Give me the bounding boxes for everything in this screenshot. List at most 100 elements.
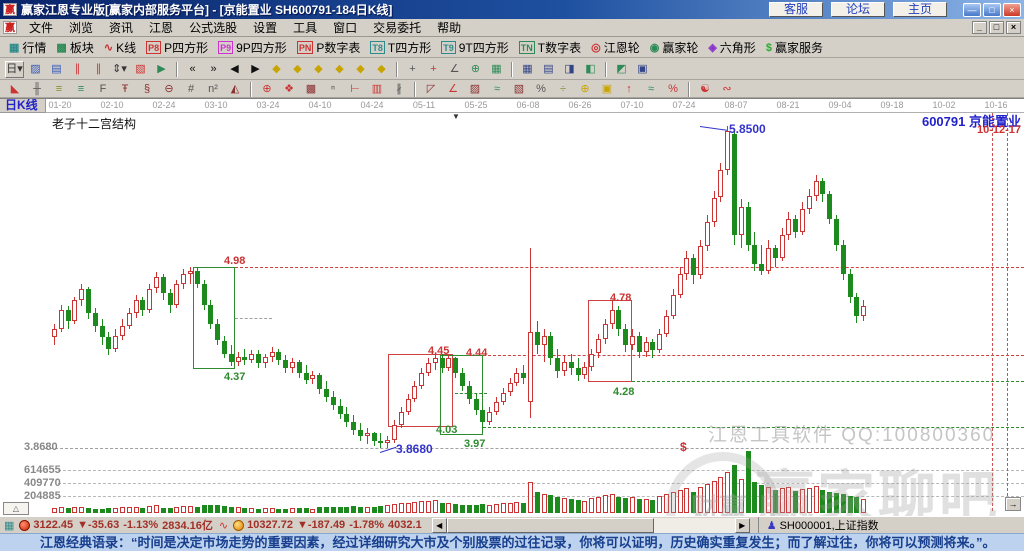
angle-measure-tool[interactable]: ∠ xyxy=(443,82,463,97)
menu-item-工具[interactable]: 工具 xyxy=(285,18,325,37)
bracket-tool[interactable]: ⊢ xyxy=(345,82,365,97)
square-n2-tool[interactable]: n² xyxy=(203,82,223,97)
download-icon[interactable]: ◩ xyxy=(612,60,631,78)
scrollbar-left-icon[interactable]: ◀ xyxy=(431,517,447,533)
diamond-tool-1-icon[interactable]: ◆ xyxy=(267,60,286,78)
horizontal-lines-tool[interactable]: ≡ xyxy=(49,82,69,97)
filled-square-tool[interactable]: ▣ xyxy=(597,82,617,97)
expand-volume-button[interactable]: △ xyxy=(3,502,29,515)
gann-circle-tool[interactable]: ⊕ xyxy=(257,82,277,97)
menu-item-窗口[interactable]: 窗口 xyxy=(325,18,365,37)
corner-tool[interactable]: ◸ xyxy=(421,82,441,97)
bars-small2-icon[interactable]: ∥ xyxy=(89,60,108,78)
calendar-icon[interactable]: ▦ xyxy=(487,60,506,78)
ribbon-icon[interactable]: ∾ xyxy=(717,82,737,97)
close-button[interactable]: × xyxy=(1003,2,1021,17)
fibonacci-tool[interactable]: F xyxy=(93,82,113,97)
toolbar-t-square-button[interactable]: T8 T四方形 xyxy=(370,39,431,56)
sz-market-icon[interactable] xyxy=(233,519,245,531)
wave-tool[interactable]: ≈ xyxy=(487,82,507,97)
scale-dropdown[interactable]: ⇕▾ xyxy=(110,60,129,78)
spiral-tool[interactable]: § xyxy=(137,82,157,97)
time-grid-tool[interactable]: ╫ xyxy=(27,82,47,97)
menu-item-文件[interactable]: 文件 xyxy=(21,18,61,37)
calculator-icon[interactable]: ▦ xyxy=(518,60,537,78)
kline-mini-icon[interactable]: ∿ xyxy=(219,519,228,532)
dense-grid-tool[interactable]: ▩ xyxy=(301,82,321,97)
percent2-tool[interactable]: % xyxy=(663,82,683,97)
menu-item-江恩[interactable]: 江恩 xyxy=(141,18,181,37)
homepage-button[interactable]: 主页 xyxy=(893,2,947,17)
diamond-tool-2-icon[interactable]: ◆ xyxy=(288,60,307,78)
forum-button[interactable]: 论坛 xyxy=(831,2,885,17)
first-page-icon[interactable]: « xyxy=(183,60,202,78)
chart-area[interactable]: 日K线 01-20 02-10 02-24 03-10 03-24 04-10 04-24 0… xyxy=(0,98,1024,516)
board-view-icon[interactable]: ▤ xyxy=(47,60,66,78)
hand-tool-icon[interactable]: + xyxy=(403,60,422,78)
notes-icon[interactable]: ▤ xyxy=(539,60,558,78)
toolbar-t-number-table-button[interactable]: TN T数字表 xyxy=(518,39,581,56)
target-icon[interactable]: ⊕ xyxy=(466,60,485,78)
menu-item-公式选股[interactable]: 公式选股 xyxy=(181,18,245,37)
chart-view-icon[interactable]: ▨ xyxy=(26,60,45,78)
customer-service-button[interactable]: 客服 xyxy=(769,2,823,17)
taiji-icon[interactable]: ☯ xyxy=(695,82,715,97)
restore-button[interactable]: □ xyxy=(983,2,1001,17)
toolbar-gann-wheel-button[interactable]: ◎ 江恩轮 xyxy=(591,39,640,56)
scrollbar-track[interactable] xyxy=(446,517,735,533)
cycle-tool[interactable]: ⊖ xyxy=(159,82,179,97)
diamond-tool-4-icon[interactable]: ◆ xyxy=(330,60,349,78)
gann-lines-tool[interactable]: ≡ xyxy=(71,82,91,97)
toolbar-hexagon-button[interactable]: ◈ 六角形 xyxy=(708,39,755,56)
mdi-close-button[interactable]: × xyxy=(1006,21,1021,34)
menu-item-交易委托[interactable]: 交易委托 xyxy=(365,18,429,37)
golden-circle-tool[interactable]: ⊕ xyxy=(575,82,595,97)
flag-icon[interactable]: ▶ xyxy=(152,60,171,78)
region-tool[interactable]: ▧ xyxy=(509,82,529,97)
diamond-tool-5-icon[interactable]: ◆ xyxy=(351,60,370,78)
next-bar-icon[interactable]: ▶ xyxy=(246,60,265,78)
star-tool[interactable]: ❖ xyxy=(279,82,299,97)
arrow-tool[interactable]: ↑ xyxy=(619,82,639,97)
diamond-tool-6-icon[interactable]: ◆ xyxy=(372,60,391,78)
toolbar-9t-square-button[interactable]: T9 9T四方形 xyxy=(441,39,509,56)
percent-tool[interactable]: % xyxy=(531,82,551,97)
save-icon[interactable]: ◨ xyxy=(560,60,579,78)
toolbar-p-number-table-button[interactable]: PN P数字表 xyxy=(296,39,360,56)
measure-icon[interactable]: ∠ xyxy=(445,60,464,78)
toolbar-quotes-button[interactable]: ▦ 行情 xyxy=(9,39,46,56)
scroll-right-button[interactable]: → xyxy=(1005,497,1021,511)
hash-grid-tool[interactable]: # xyxy=(181,82,201,97)
exponent-tool[interactable]: ⁿ xyxy=(323,82,343,97)
bars-small-icon[interactable]: ∥ xyxy=(68,60,87,78)
toolbar-winner-service-button[interactable]: $ 赢家服务 xyxy=(766,39,823,56)
menu-item-帮助[interactable]: 帮助 xyxy=(429,18,469,37)
t-line-tool[interactable]: Ŧ xyxy=(115,82,135,97)
diamond-tool-3-icon[interactable]: ◆ xyxy=(309,60,328,78)
period-dropdown[interactable]: 日▾ xyxy=(5,60,24,78)
prev-bar-icon[interactable]: ◀ xyxy=(225,60,244,78)
toolbar-p-square-button[interactable]: P8 P四方形 xyxy=(146,39,208,56)
toolbar-kline-button[interactable]: ∿ K线 xyxy=(104,39,136,56)
toolbar-winner-wheel-button[interactable]: ◉ 赢家轮 xyxy=(650,39,699,56)
upload-icon[interactable]: ▣ xyxy=(633,60,652,78)
shade-grid-tool[interactable]: ▨ xyxy=(465,82,485,97)
menu-item-设置[interactable]: 设置 xyxy=(245,18,285,37)
grid-icon[interactable]: ▦ xyxy=(4,519,14,532)
angle-line-tool[interactable]: ◣ xyxy=(5,82,25,97)
ratio-tool[interactable]: ÷ xyxy=(553,82,573,97)
parallel-lines-tool[interactable]: ∦ xyxy=(389,82,409,97)
menu-item-浏览[interactable]: 浏览 xyxy=(61,18,101,37)
toolbar-sectors-button[interactable]: ▩ 板块 xyxy=(56,39,93,56)
index-selector[interactable]: ♟ SH000001,上证指数 xyxy=(757,517,879,533)
mdi-restore-button[interactable]: □ xyxy=(989,21,1004,34)
last-page-icon[interactable]: » xyxy=(204,60,223,78)
sh-market-icon[interactable] xyxy=(19,519,31,531)
scrollbar-right-icon[interactable]: ▶ xyxy=(734,517,750,533)
minimize-button[interactable]: — xyxy=(963,2,981,17)
frame-select-icon[interactable]: ▧ xyxy=(131,60,150,78)
triangle-tool[interactable]: ◭ xyxy=(225,82,245,97)
column-grid-tool[interactable]: ▥ xyxy=(367,82,387,97)
band-tool[interactable]: ≈ xyxy=(641,82,661,97)
crosshair-icon[interactable]: + xyxy=(424,60,443,78)
